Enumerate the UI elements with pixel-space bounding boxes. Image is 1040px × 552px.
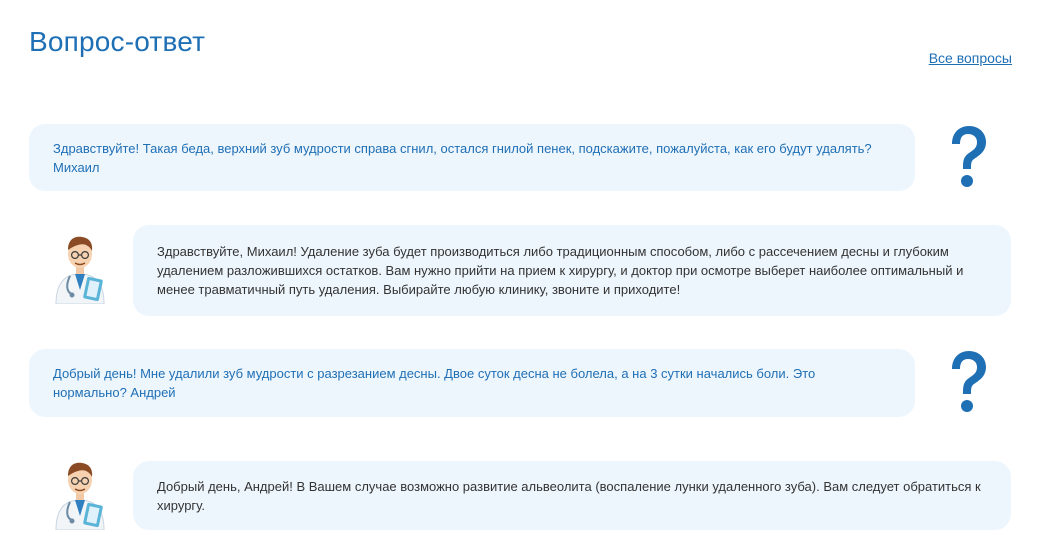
answer-text: Здравствуйте, Михаил! Удаление зуба буде… <box>157 244 964 297</box>
doctor-avatar-icon <box>55 462 105 530</box>
question-text: Здравствуйте! Такая беда, верхний зуб му… <box>53 140 872 175</box>
question-mark-icon <box>952 126 986 187</box>
question-bubble: Здравствуйте! Такая беда, верхний зуб му… <box>29 124 915 191</box>
question-text: Добрый день! Мне удалили зуб мудрости с … <box>53 366 816 400</box>
answer-bubble: Здравствуйте, Михаил! Удаление зуба буде… <box>133 225 1011 316</box>
answer-text: Добрый день, Андрей! В Вашем случае возм… <box>157 478 981 513</box>
answer-bubble: Добрый день, Андрей! В Вашем случае возм… <box>133 461 1011 530</box>
qa-section: Вопрос-ответ Все вопросы Здравствуйте! Т… <box>0 0 1040 552</box>
all-questions-link[interactable]: Все вопросы <box>929 50 1012 66</box>
question-bubble: Добрый день! Мне удалили зуб мудрости с … <box>29 349 915 417</box>
doctor-avatar-icon <box>55 236 105 304</box>
page-title: Вопрос-ответ <box>29 26 206 57</box>
question-mark-icon <box>952 351 986 412</box>
